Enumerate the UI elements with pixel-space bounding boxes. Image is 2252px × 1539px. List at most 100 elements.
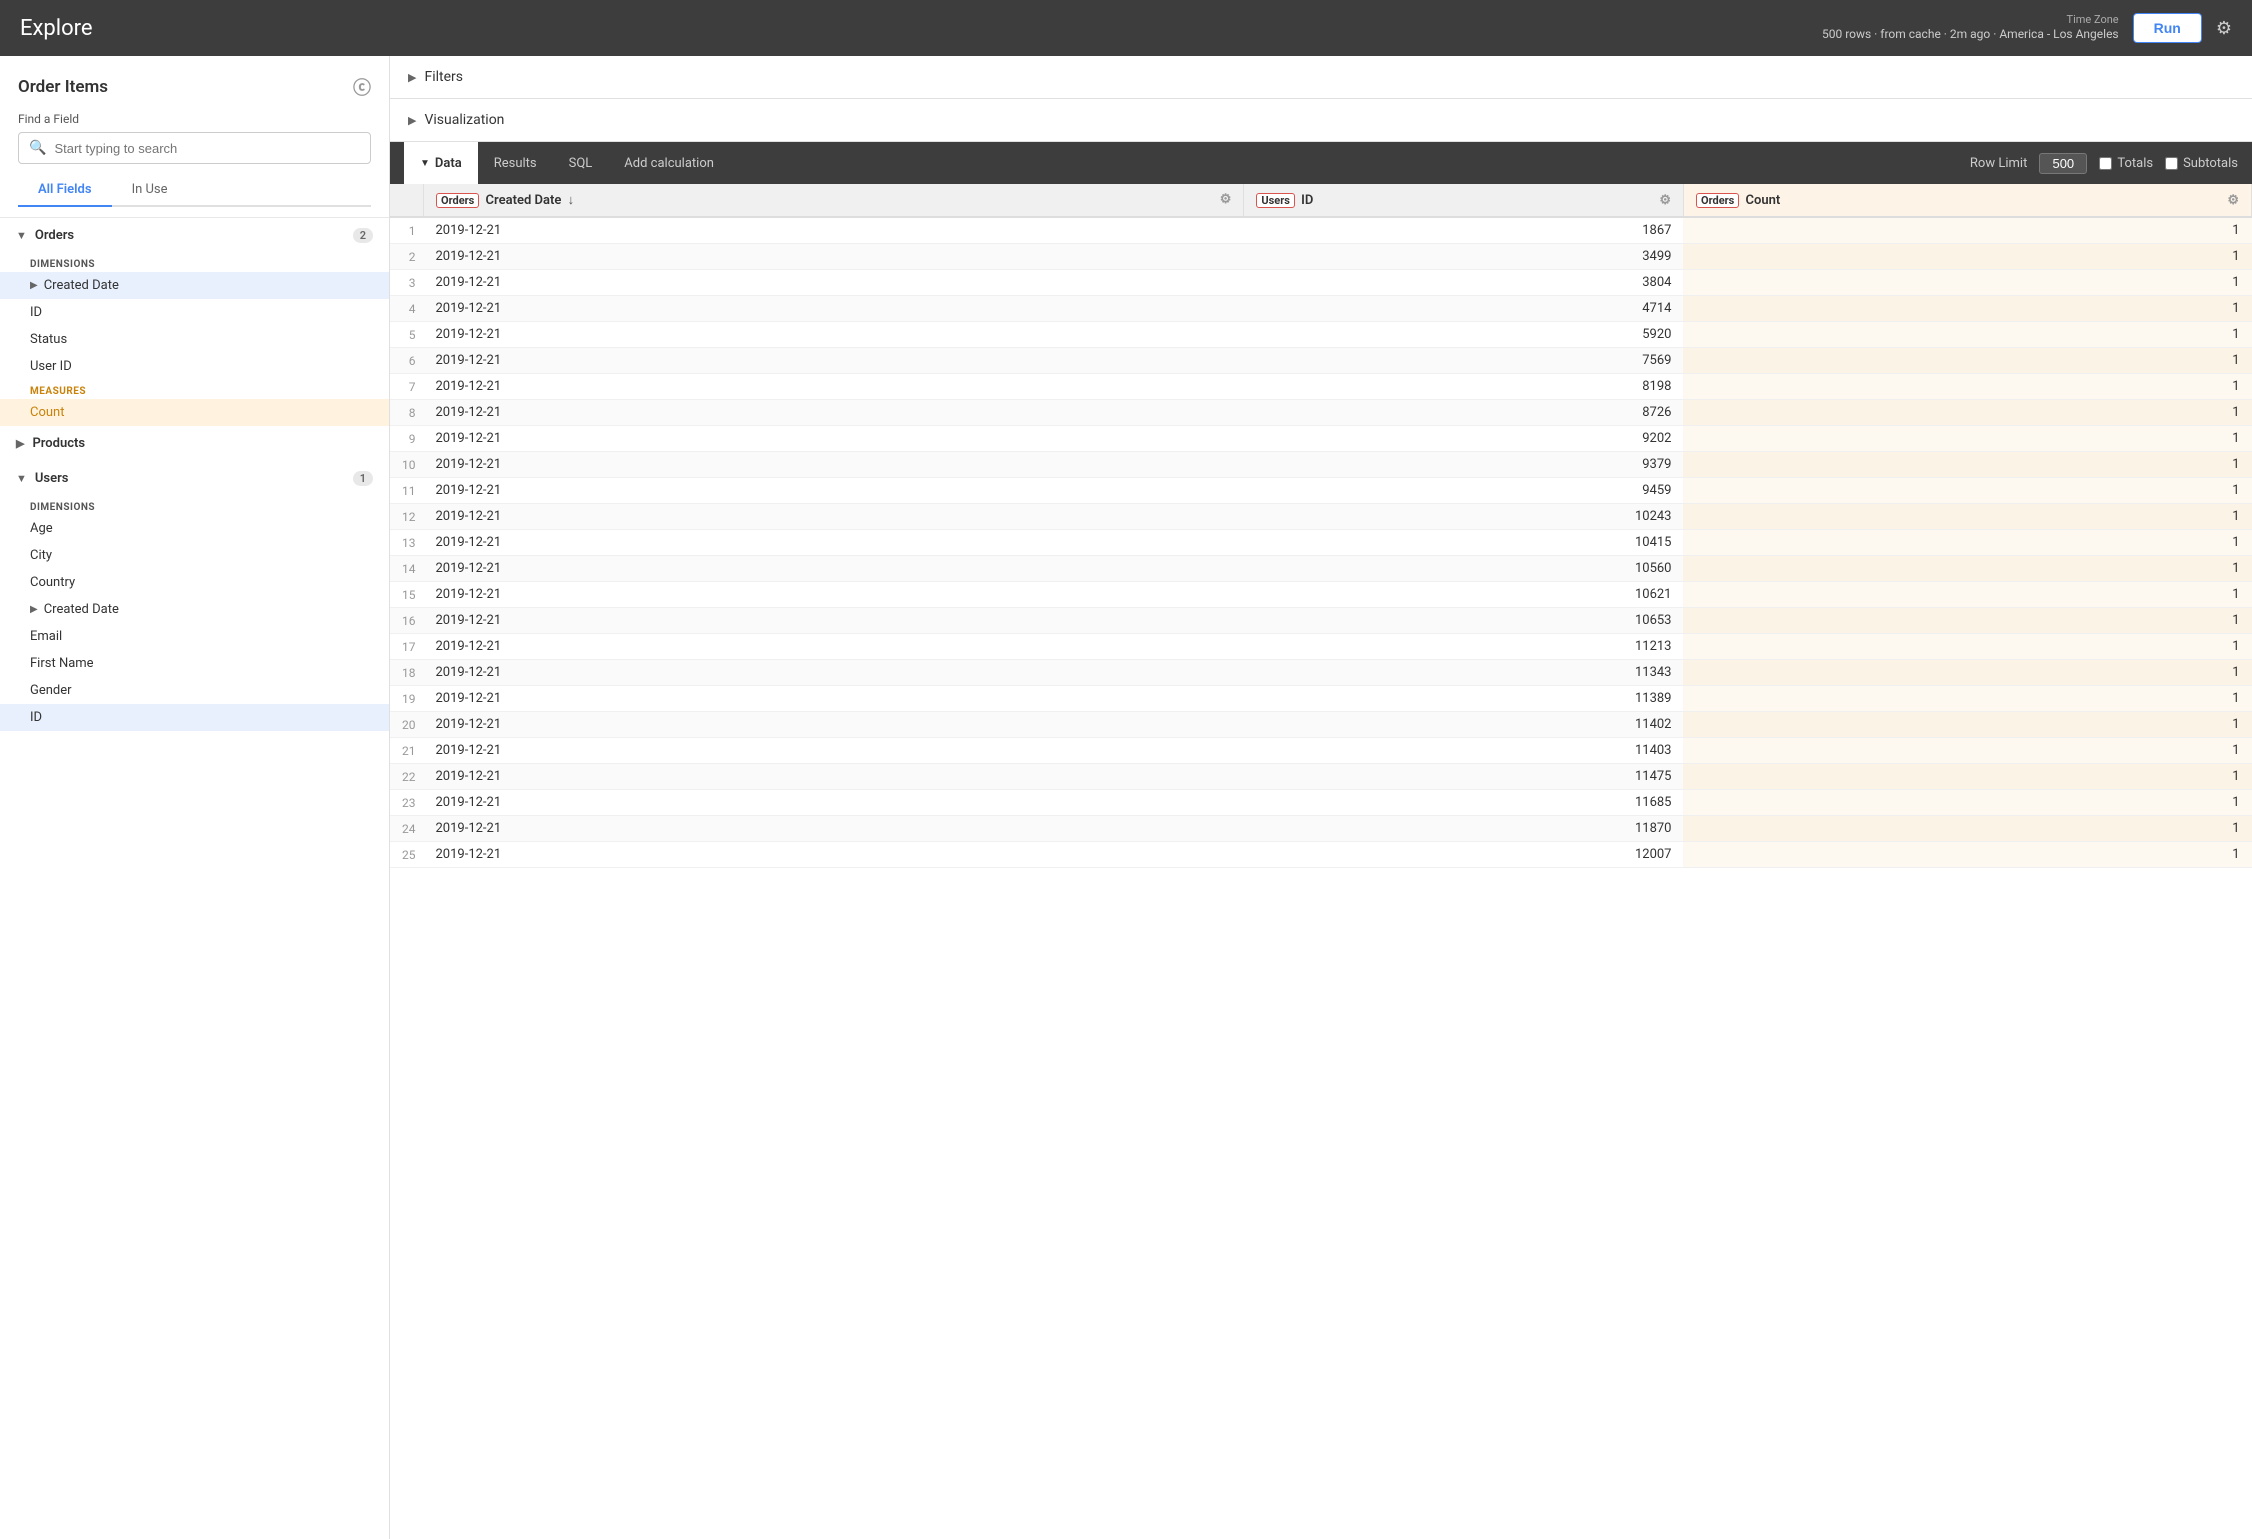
cell-count: 1 [1683, 816, 2251, 842]
field-label: City [30, 548, 52, 563]
cell-date: 2019-12-21 [424, 764, 1244, 790]
cell-count: 1 [1683, 686, 2251, 712]
field-users-age[interactable]: Age [0, 515, 389, 542]
top-nav-right: Time Zone 500 rows · from cache · 2m ago… [1822, 13, 2232, 43]
table-row: 18 2019-12-21 11343 1 [390, 660, 2252, 686]
query-info-text: 500 rows · from cache · 2m ago · America… [1822, 26, 2119, 43]
table-row: 20 2019-12-21 11402 1 [390, 712, 2252, 738]
collapse-icon[interactable]: ⓒ [353, 74, 371, 100]
sidebar-title-text: Order Items [18, 77, 108, 97]
group-users[interactable]: ▼ Users 1 [0, 461, 389, 496]
tab-results[interactable]: Results [478, 142, 553, 184]
group-products-label: Products [32, 436, 85, 451]
group-orders[interactable]: ▼ Orders 2 [0, 218, 389, 253]
cell-date: 2019-12-21 [424, 296, 1244, 322]
cell-user-id: 11475 [1244, 764, 1684, 790]
filters-header[interactable]: ▶ Filters [390, 56, 2252, 98]
cell-count: 1 [1683, 374, 2251, 400]
field-users-email[interactable]: Email [0, 623, 389, 650]
field-label: User ID [30, 359, 72, 374]
row-number: 4 [390, 296, 424, 322]
table-row: 14 2019-12-21 10560 1 [390, 556, 2252, 582]
row-limit-label: Row Limit [1970, 156, 2027, 171]
cell-user-id: 9459 [1244, 478, 1684, 504]
cell-date: 2019-12-21 [424, 712, 1244, 738]
tab-add-calc-label: Add calculation [624, 156, 714, 171]
cell-date: 2019-12-21 [424, 816, 1244, 842]
cell-user-id: 3499 [1244, 244, 1684, 270]
cell-count: 1 [1683, 712, 2251, 738]
cell-date: 2019-12-21 [424, 790, 1244, 816]
orders-measures-label: MEASURES [0, 380, 389, 399]
cell-count: 1 [1683, 426, 2251, 452]
field-users-id[interactable]: ID [0, 704, 389, 731]
cell-user-id: 11403 [1244, 738, 1684, 764]
tab-all-fields[interactable]: All Fields [18, 174, 112, 207]
row-number: 8 [390, 400, 424, 426]
col-gear-icon[interactable]: ⚙ [2227, 193, 2239, 208]
row-number: 11 [390, 478, 424, 504]
field-users-created-date[interactable]: ▶ Created Date [0, 596, 389, 623]
field-orders-count[interactable]: Count [0, 399, 389, 426]
created-date-arrow-icon: ▶ [30, 280, 38, 291]
search-input[interactable] [54, 141, 360, 156]
col-orders-created-date[interactable]: Orders Created Date ↓ ⚙ [424, 184, 1244, 217]
field-users-country[interactable]: Country [0, 569, 389, 596]
totals-checkbox[interactable] [2099, 157, 2112, 170]
field-orders-status[interactable]: Status [0, 326, 389, 353]
row-number: 23 [390, 790, 424, 816]
field-label: Status [30, 332, 67, 347]
visualization-header[interactable]: ▶ Visualization [390, 99, 2252, 141]
row-number: 14 [390, 556, 424, 582]
cell-user-id: 11213 [1244, 634, 1684, 660]
field-orders-created-date[interactable]: ▶ Created Date [0, 272, 389, 299]
tab-results-label: Results [494, 156, 537, 171]
col-gear-icon[interactable]: ⚙ [1220, 192, 1232, 207]
settings-icon[interactable]: ⚙ [2216, 18, 2232, 39]
cell-count: 1 [1683, 660, 2251, 686]
orders-badge: Orders [436, 193, 479, 208]
col-gear-icon[interactable]: ⚙ [1659, 193, 1671, 208]
tab-in-use[interactable]: In Use [112, 174, 188, 207]
table-row: 6 2019-12-21 7569 1 [390, 348, 2252, 374]
subtotals-checkbox[interactable] [2165, 157, 2178, 170]
row-number: 10 [390, 452, 424, 478]
group-products[interactable]: ▶ Products [0, 426, 389, 461]
cell-user-id: 10415 [1244, 530, 1684, 556]
run-button[interactable]: Run [2133, 13, 2202, 43]
table-row: 19 2019-12-21 11389 1 [390, 686, 2252, 712]
field-label: Email [30, 629, 62, 644]
field-users-city[interactable]: City [0, 542, 389, 569]
tab-sql[interactable]: SQL [553, 142, 609, 184]
field-users-first-name[interactable]: First Name [0, 650, 389, 677]
col-users-id[interactable]: Users ID ⚙ [1244, 184, 1684, 217]
row-number: 20 [390, 712, 424, 738]
cell-user-id: 11389 [1244, 686, 1684, 712]
cell-count: 1 [1683, 217, 2251, 244]
field-orders-user-id[interactable]: User ID [0, 353, 389, 380]
cell-date: 2019-12-21 [424, 608, 1244, 634]
row-limit-input[interactable] [2039, 153, 2087, 174]
row-number: 18 [390, 660, 424, 686]
field-orders-id[interactable]: ID [0, 299, 389, 326]
table-row: 17 2019-12-21 11213 1 [390, 634, 2252, 660]
filters-arrow-icon: ▶ [408, 71, 416, 84]
sort-arrow-icon: ↓ [568, 193, 575, 208]
orders-badge-count: Orders [1696, 193, 1739, 208]
field-label: ID [30, 305, 42, 320]
users-arrow-icon: ▼ [16, 472, 27, 485]
tab-data[interactable]: ▼ Data [404, 142, 478, 184]
table-row: 25 2019-12-21 12007 1 [390, 842, 2252, 868]
tab-add-calculation[interactable]: Add calculation [608, 142, 730, 184]
field-users-gender[interactable]: Gender [0, 677, 389, 704]
col-orders-count[interactable]: Orders Count ⚙ [1683, 184, 2251, 217]
cell-date: 2019-12-21 [424, 270, 1244, 296]
cell-count: 1 [1683, 582, 2251, 608]
field-label: Country [30, 575, 75, 590]
cell-date: 2019-12-21 [424, 244, 1244, 270]
row-number: 13 [390, 530, 424, 556]
col-row-num [390, 184, 424, 217]
search-box: 🔍 [18, 132, 371, 164]
row-number: 9 [390, 426, 424, 452]
row-number: 19 [390, 686, 424, 712]
